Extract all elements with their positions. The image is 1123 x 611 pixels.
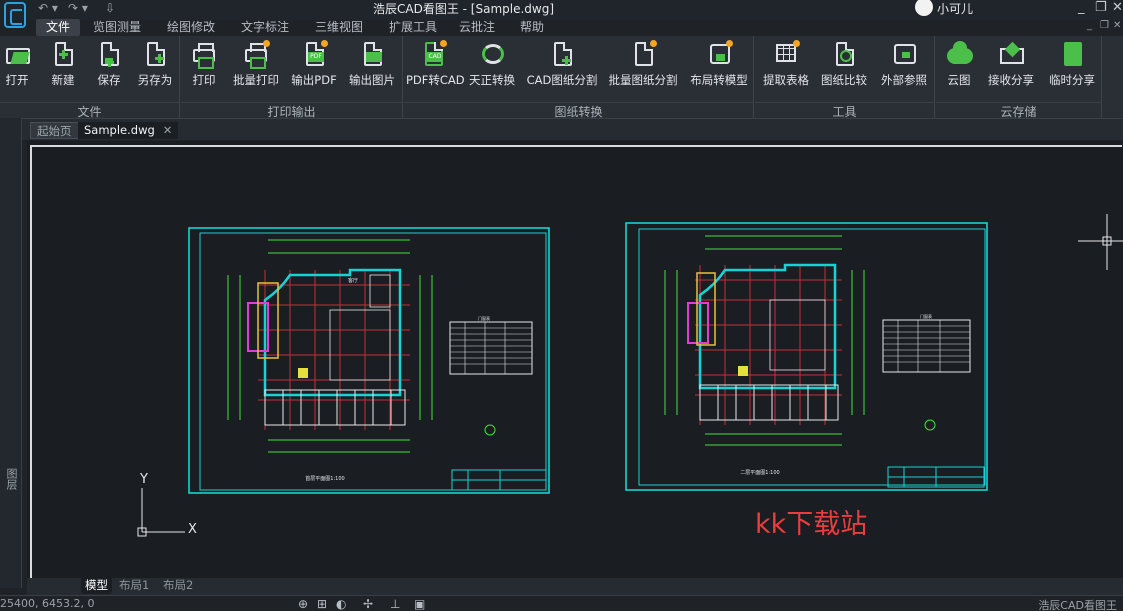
- status-bar: 25400, 6453.2, 0 ⊕ ⊞ ◐ ✢ ⊥ ▣ 浩辰CAD看图王: [0, 595, 1123, 611]
- cursor-coordinates: 25400, 6453.2, 0: [0, 597, 95, 610]
- sheet-2: 门窗表 二层平面图1:100: [625, 222, 988, 491]
- tab-layout1[interactable]: 布局1: [115, 578, 153, 594]
- tab-layout2[interactable]: 布局2: [159, 578, 197, 594]
- cad-viewer-app: ↶ ▾ ↷ ▾ ⇩ 浩辰CAD看图王 - [Sample.dwg] 小可儿 _ …: [0, 0, 1123, 611]
- grid-icon[interactable]: ⊞: [317, 597, 327, 611]
- ortho-icon[interactable]: ⊥: [390, 597, 400, 611]
- cad-drawing: 客厅 门窗表 首层平面图1:100 门窗表 二层平面图1:100 Y X: [137, 214, 1123, 537]
- door-window-table-title-1: 门窗表: [478, 315, 490, 321]
- zoom-icon[interactable]: ⊕: [298, 597, 308, 611]
- watermark-text: kk下载站: [755, 509, 868, 540]
- brand-label: 浩辰CAD看图王: [1038, 599, 1117, 611]
- layout-tab-bar: 模型 布局1 布局2: [27, 578, 1123, 595]
- axis-x-label: X: [188, 522, 197, 537]
- crosshair-cursor: [1078, 214, 1123, 270]
- sheet-2-title: 二层平面图1:100: [740, 470, 779, 476]
- snap-icon[interactable]: ✢: [363, 597, 373, 611]
- axis-y-label: Y: [139, 472, 148, 487]
- tab-model[interactable]: 模型: [81, 578, 112, 594]
- screen-icon[interactable]: ▣: [414, 597, 425, 611]
- ucs-axis-icon: Y X: [137, 472, 197, 537]
- svg-text:客厅: 客厅: [348, 277, 358, 284]
- sheet-1: 客厅 门窗表 首层平面图1:100: [188, 227, 550, 494]
- sheet-1-title: 首层平面图1:100: [305, 475, 344, 482]
- door-window-table-title-2: 门窗表: [920, 313, 932, 319]
- display-mode-icon[interactable]: ◐: [336, 597, 346, 611]
